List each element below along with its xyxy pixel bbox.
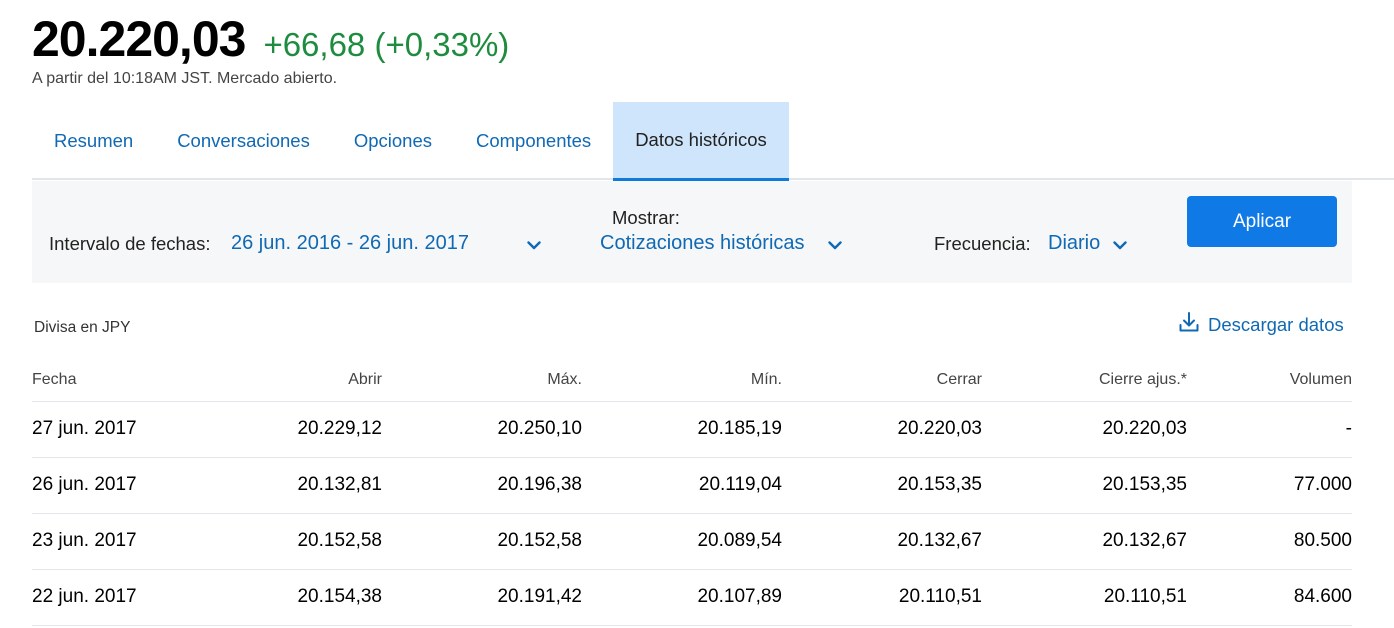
table-header-row: Fecha Abrir Máx. Mín. Cerrar Cierre ajus… xyxy=(32,360,1352,402)
cell-date: 23 jun. 2017 xyxy=(32,513,182,570)
column-header-adj-close: Cierre ajus.* xyxy=(982,360,1187,402)
cell-high: 20.196,38 xyxy=(382,457,582,514)
market-status: A partir del 10:18AM JST. Mercado abiert… xyxy=(32,70,338,87)
download-data-label[interactable]: Descargar datos xyxy=(1208,314,1344,336)
cell-open: 20.154,38 xyxy=(182,569,382,626)
cell-open: 20.152,58 xyxy=(182,513,382,570)
show-dropdown[interactable]: Cotizaciones históricas xyxy=(600,232,805,255)
download-data-link[interactable]: Descargar datos xyxy=(1178,311,1344,338)
column-header-close: Cerrar xyxy=(782,360,982,402)
download-icon[interactable] xyxy=(1178,311,1200,338)
show-label: Mostrar: xyxy=(612,207,680,228)
quote-change: +66,68 (+0,33%) xyxy=(263,26,510,63)
frequency-dropdown[interactable]: Diario xyxy=(1048,232,1100,255)
tab-conversaciones[interactable]: Conversaciones xyxy=(155,102,332,180)
cell-adj-close: 20.132,67 xyxy=(982,513,1187,570)
cell-volume: - xyxy=(1187,401,1352,458)
table-row: 26 jun. 2017 20.132,81 20.196,38 20.119,… xyxy=(32,457,1352,514)
cell-open: 20.132,81 xyxy=(182,457,382,514)
tab-componentes[interactable]: Componentes xyxy=(454,102,613,180)
table-row: 27 jun. 2017 20.229,12 20.250,10 20.185,… xyxy=(32,401,1352,458)
quote-price: 20.220,03 xyxy=(32,11,246,67)
column-header-low: Mín. xyxy=(582,360,782,402)
filter-bar: Intervalo de fechas: 26 jun. 2016 - 26 j… xyxy=(32,181,1352,283)
cell-volume: 80.500 xyxy=(1187,513,1352,570)
cell-low: 20.185,19 xyxy=(582,401,782,458)
page: 20.220,03 +66,68 (+0,33%) A partir del 1… xyxy=(0,0,1394,628)
cell-close: 20.220,03 xyxy=(782,401,982,458)
cell-date: 26 jun. 2017 xyxy=(32,457,182,514)
date-range-dropdown[interactable]: 26 jun. 2016 - 26 jun. 2017 xyxy=(231,232,469,255)
cell-date: 22 jun. 2017 xyxy=(32,569,182,626)
cell-high: 20.250,10 xyxy=(382,401,582,458)
currency-note: Divisa en JPY xyxy=(34,319,131,336)
historical-data-table: Fecha Abrir Máx. Mín. Cerrar Cierre ajus… xyxy=(32,360,1352,626)
cell-close: 20.132,67 xyxy=(782,513,982,570)
cell-volume: 77.000 xyxy=(1187,457,1352,514)
cell-date: 27 jun. 2017 xyxy=(32,401,182,458)
tab-resumen[interactable]: Resumen xyxy=(32,102,155,180)
cell-close: 20.110,51 xyxy=(782,569,982,626)
cell-volume: 84.600 xyxy=(1187,569,1352,626)
cell-adj-close: 20.110,51 xyxy=(982,569,1187,626)
tab-bar: Resumen Conversaciones Opciones Componen… xyxy=(32,102,1394,181)
cell-high: 20.152,58 xyxy=(382,513,582,570)
column-header-high: Máx. xyxy=(382,360,582,402)
cell-open: 20.229,12 xyxy=(182,401,382,458)
cell-adj-close: 20.220,03 xyxy=(982,401,1187,458)
cell-high: 20.191,42 xyxy=(382,569,582,626)
column-header-open: Abrir xyxy=(182,360,382,402)
cell-low: 20.119,04 xyxy=(582,457,782,514)
column-header-volume: Volumen xyxy=(1187,360,1352,402)
frequency-label: Frecuencia: xyxy=(934,233,1031,254)
chevron-down-icon[interactable] xyxy=(1113,241,1127,250)
cell-close: 20.153,35 xyxy=(782,457,982,514)
column-header-date: Fecha xyxy=(32,360,182,402)
table-row: 22 jun. 2017 20.154,38 20.191,42 20.107,… xyxy=(32,569,1352,626)
table-row: 23 jun. 2017 20.152,58 20.152,58 20.089,… xyxy=(32,513,1352,570)
cell-low: 20.089,54 xyxy=(582,513,782,570)
quote-header: 20.220,03 +66,68 (+0,33%) xyxy=(32,10,509,68)
date-range-label: Intervalo de fechas: xyxy=(49,233,211,254)
tab-opciones[interactable]: Opciones xyxy=(332,102,454,180)
tab-datos-historicos[interactable]: Datos históricos xyxy=(613,102,789,181)
chevron-down-icon[interactable] xyxy=(828,241,842,250)
cell-low: 20.107,89 xyxy=(582,569,782,626)
chevron-down-icon[interactable] xyxy=(527,241,541,250)
apply-button[interactable]: Aplicar xyxy=(1187,196,1337,247)
cell-adj-close: 20.153,35 xyxy=(982,457,1187,514)
